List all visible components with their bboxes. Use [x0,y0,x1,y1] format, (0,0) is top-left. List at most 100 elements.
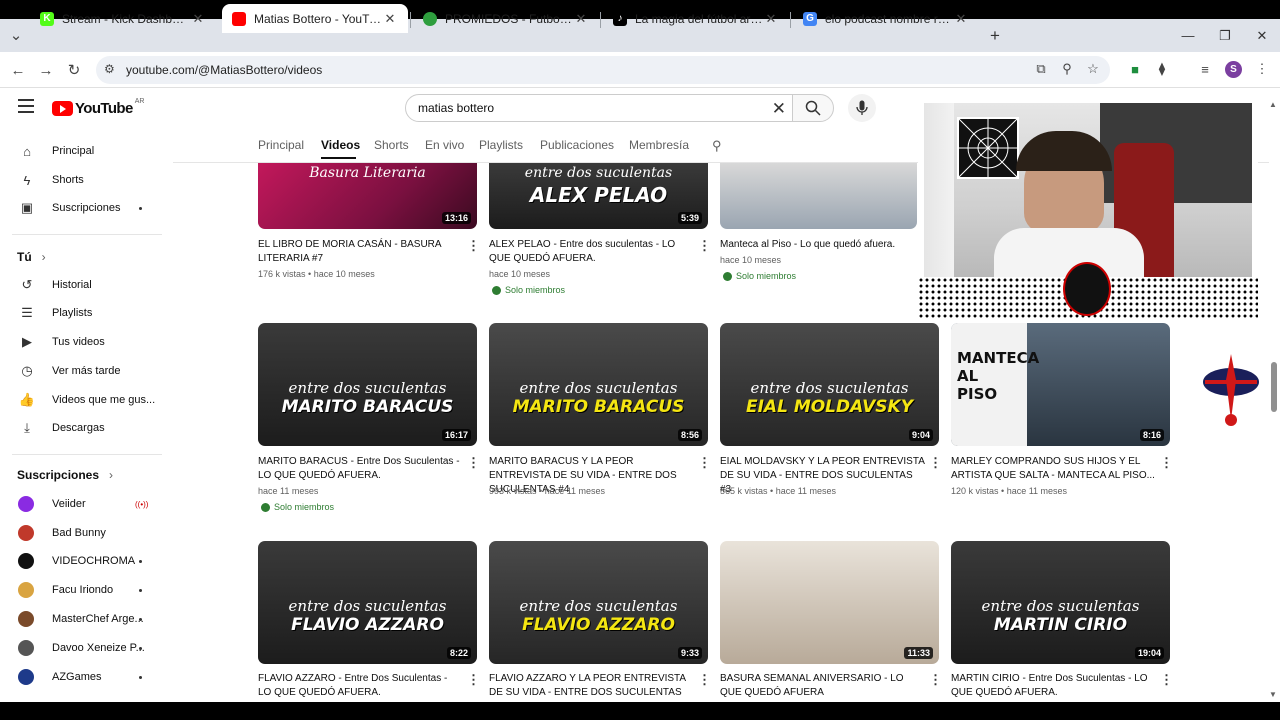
video-thumbnail[interactable]: entre dos suculentas MARITO BARACUS 8:56 [489,323,708,446]
close-tab-icon[interactable]: ✕ [190,11,206,27]
sidebar-item[interactable]: 👍 Videos que me gus... [0,386,160,414]
tab-search-chevron-icon[interactable]: ⌄ [6,25,26,45]
scrollbar-thumb[interactable] [1271,362,1277,412]
video-options-icon[interactable]: ⋮ [929,455,942,471]
close-tab-icon[interactable]: ✕ [382,11,398,27]
sidebar-item[interactable]: ▣ Suscripciones [0,194,160,222]
video-options-icon[interactable]: ⋮ [929,672,942,688]
cast-icon[interactable]: ⧉ [1031,58,1051,80]
back-arrow-icon[interactable]: ← [8,60,28,80]
browser-tab[interactable]: K Stream - Kick Dashboard ✕ [30,4,216,33]
sidebar-item[interactable]: ◷ Ver más tarde [0,357,160,385]
close-tab-icon[interactable]: ✕ [573,11,589,27]
you-section-heading[interactable]: Tú › [17,250,46,264]
sidebar-item[interactable]: ⌂ Principal [0,137,160,165]
channel-tab[interactable]: Publicaciones [540,138,614,152]
sidebar-item[interactable]: ▶ Tus videos [0,328,160,356]
chrome-menu-icon[interactable]: ⋮ [1252,58,1272,80]
channel-tab[interactable]: En vivo [425,138,464,152]
extensions-puzzle-icon[interactable]: ⧫ [1152,58,1172,80]
video-title[interactable]: MARTIN CIRIO - Entre Dos Suculentas - LO… [951,672,1156,700]
subscription-item[interactable]: Facu Iriondo [0,576,160,604]
video-thumbnail[interactable]: Basura Literaria 13:16 [258,163,477,229]
video-options-icon[interactable]: ⋮ [467,455,480,471]
scroll-down-arrow-icon[interactable]: ▼ [1269,690,1277,699]
profile-avatar[interactable]: S [1225,61,1242,78]
subscription-item[interactable]: VIDEOCHROMA [0,547,160,575]
video-thumbnail[interactable]: entre dos suculentas FLAVIO AZZARO 8:22 [258,541,477,664]
channel-tab[interactable]: Videos [321,138,360,152]
search-query[interactable]: matias bottero [418,101,494,115]
clear-search-icon[interactable]: ✕ [772,99,786,119]
video-options-icon[interactable]: ⋮ [467,238,480,254]
subscription-item[interactable]: Davoo Xeneize P... [0,634,160,662]
channel-tab[interactable]: Shorts [374,138,409,152]
video-thumbnail[interactable] [720,163,917,229]
search-input[interactable]: matias bottero ✕ [405,94,793,122]
bookmark-star-icon[interactable]: ☆ [1083,58,1103,80]
channel-tab[interactable]: Playlists [479,138,523,152]
channel-tab[interactable]: Principal [258,138,304,152]
video-thumbnail[interactable]: entre dos suculentas ALEX PELAO 5:39 [489,163,708,229]
video-title[interactable]: MARLEY COMPRANDO SUS HIJOS Y EL ARTISTA … [951,455,1156,483]
zoom-icon[interactable]: ⚲ [1057,58,1077,80]
browser-tab[interactable]: PROMIEDOS - Futbol Argentino✕ [413,4,599,33]
channel-avatar [18,669,34,685]
video-options-icon[interactable]: ⋮ [698,238,711,254]
video-options-icon[interactable]: ⋮ [467,672,480,688]
scroll-up-arrow-icon[interactable]: ▲ [1269,100,1277,109]
browser-tab[interactable]: ♪ La magia del fútbol argentino✕ [603,4,789,33]
video-title[interactable]: MARITO BARACUS - Entre Dos Suculentas - … [258,455,463,483]
new-tab-button[interactable]: + [975,19,1015,52]
sidebar-item[interactable]: ↺ Historial [0,271,160,299]
close-tab-icon[interactable]: ✕ [953,11,969,27]
video-thumbnail[interactable]: MANTECA AL PISO 8:16 [951,323,1170,446]
show-title-card: MANTECA AL PISO [951,323,1039,446]
video-thumbnail[interactable]: entre dos suculentas MARTIN CIRIO 19:04 [951,541,1170,664]
forward-arrow-icon[interactable]: → [36,60,56,80]
reload-icon[interactable]: ↻ [64,60,84,80]
video-title[interactable]: EL LIBRO DE MORIA CASÁN - BASURA LITERAR… [258,238,463,266]
video-title[interactable]: ALEX PELAO - Entre dos suculentas - LO Q… [489,238,694,266]
restore-button[interactable]: ❐ [1205,19,1245,52]
video-thumbnail[interactable]: entre dos suculentas EIAL MOLDAVSKY 9:04 [720,323,939,446]
video-title[interactable]: Manteca al Piso - Lo que quedó afuera. [720,238,910,252]
site-settings-icon[interactable]: ⚙ [104,62,115,76]
omnibox[interactable]: ⚙ youtube.com/@MatiasBottero/videos [96,56,1110,84]
video-title[interactable]: FLAVIO AZZARO - Entre Dos Suculentas - L… [258,672,463,700]
subscription-item[interactable]: Bad Bunny [0,519,160,547]
video-options-icon[interactable]: ⋮ [698,672,711,688]
video-options-icon[interactable]: ⋮ [1160,455,1173,471]
browser-tab[interactable]: Gelo podcast nombre real - Busca✕ [793,4,979,33]
subscriptions-section-heading[interactable]: Suscripciones › [17,468,113,482]
hamburger-menu-icon[interactable] [18,99,34,113]
url-text[interactable]: youtube.com/@MatiasBottero/videos [126,63,322,77]
tab-separator [600,12,601,28]
search-button[interactable] [792,94,834,122]
subscription-item[interactable]: MasterChef Arge... [0,605,160,633]
chevron-right-icon: › [109,468,114,482]
video-options-icon[interactable]: ⋮ [1160,672,1173,688]
channel-tab[interactable]: Membresía [629,138,689,152]
channel-search-icon[interactable]: ⚲ [712,138,722,154]
voice-search-button[interactable] [848,94,876,122]
video-thumbnail[interactable]: entre dos suculentas MARITO BARACUS 16:17 [258,323,477,446]
media-control-icon[interactable]: ≡ [1195,58,1215,80]
close-window-button[interactable]: ✕ [1242,19,1280,52]
minimize-button[interactable]: — [1168,19,1208,52]
subscription-item[interactable]: Veiider ((•)) [0,490,160,518]
close-tab-icon[interactable]: ✕ [763,11,779,27]
extension-green-icon[interactable]: ■ [1125,58,1145,80]
video-thumbnail[interactable]: 11:33 [720,541,939,664]
youtube-logo[interactable]: YouTube AR [52,98,144,117]
video-thumbnail[interactable]: entre dos suculentas FLAVIO AZZARO 9:33 [489,541,708,664]
thumbnail-headline: FLAVIO AZZARO [522,615,675,635]
sidebar-item[interactable]: ☰ Playlists [0,299,160,327]
sidebar-item[interactable]: ϟ Shorts [0,166,160,194]
video-title[interactable]: BASURA SEMANAL ANIVERSARIO - LO QUE QUED… [720,672,925,700]
browser-tab[interactable]: Matias Bottero - YouTube ✕ [222,4,408,33]
sidebar-item[interactable]: ⤓ Descargas [0,414,160,442]
video-options-icon[interactable]: ⋮ [698,455,711,471]
subscription-item[interactable]: AZGames [0,663,160,691]
video-duration: 8:22 [446,647,471,659]
